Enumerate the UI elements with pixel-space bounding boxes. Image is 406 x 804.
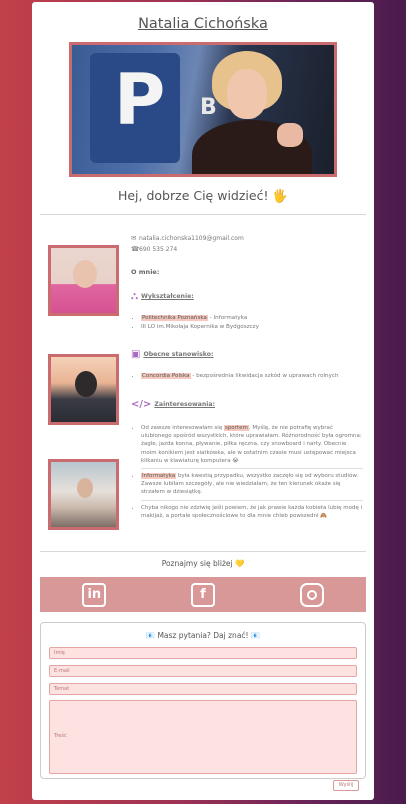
list-item: Chyba nikogo nie zdziwię jeśli powiem, ż… [141,504,363,520]
page-title: Natalia Cichońska [138,16,268,32]
list-item: III LO im.Mikołaja Kopernika w Bydgoszcz… [141,323,259,332]
list-item: Politechnika Poznańska - Informatyka [141,314,259,323]
email-field[interactable]: E-mail [49,665,357,677]
email-text: natalia.cichonska1109@gmail.com [139,235,244,242]
envelope-icon: ✉ [131,234,137,242]
profile-photo-2 [48,354,119,425]
linkedin-icon[interactable]: in [82,582,107,607]
job-section: ▣Obecne stanowisko: Concordia Polska - b… [131,349,339,381]
profile-photo-1 [48,245,119,316]
briefcase-icon: ▣ [131,349,141,360]
list-item: Concordia Polska - bezpośrednia likwidac… [141,372,339,381]
code-icon: </> [131,399,152,410]
job-heading: Obecne stanowisko: [143,351,214,358]
subject-field[interactable]: Temat [49,683,357,695]
instagram-icon[interactable] [299,582,324,607]
profile-photo-3 [48,459,119,530]
about-heading: O mnie: [131,268,160,276]
form-title: 📧 Masz pytania? Daj znać! 📧 [145,631,261,640]
list-item: Od zawsze interesowałam się sportem. Myś… [141,424,363,465]
social-heading: Poznajmy się bliżej 💛 [161,559,245,568]
education-section: ⛬Wykształcenie: Politechnika Poznańska -… [131,291,259,332]
education-heading: Wykształcenie: [141,293,194,300]
interests-heading: Zainteresowania: [154,401,216,408]
contact-form: 📧 Masz pytania? Daj znać! 📧 Imię E-mail … [40,622,366,779]
facebook-icon[interactable]: f [190,582,215,607]
send-button[interactable]: Wyślij [333,780,359,791]
contact-info: ✉ natalia.cichonska1109@gmail.com ☎690 53… [131,233,244,255]
divider [40,551,366,552]
social-bar: in f [40,577,366,612]
hero-image: P B [69,42,337,177]
greeting-text: Hej, dobrze Cię widzieć! 🖐 [117,188,289,203]
message-field[interactable]: Treść [49,700,357,774]
divider [40,214,366,215]
university-icon: ⛬ [131,291,138,302]
list-item: Informatyka była kwestią przypadku, wszy… [141,472,363,497]
phone-icon: ☎ [131,245,140,253]
interests-section: </>Zainteresowania: Od zawsze interesowa… [131,399,363,520]
name-field[interactable]: Imię [49,647,357,659]
profile-card: Natalia Cichońska P B Hej, dobrze Cię wi… [32,2,374,800]
phone-text: 690 535 274 [139,246,178,253]
